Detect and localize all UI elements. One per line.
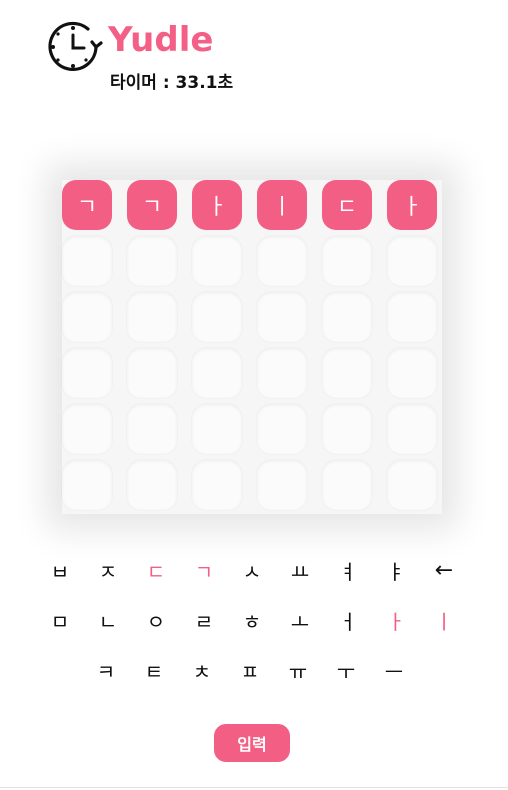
key[interactable]: ㅛ <box>276 556 324 585</box>
key[interactable]: ㄷ <box>132 556 180 585</box>
board-tile <box>127 292 177 342</box>
enter-button[interactable]: 입력 <box>214 724 290 762</box>
board-tile <box>257 460 307 510</box>
key[interactable]: ㄹ <box>180 606 228 635</box>
key[interactable]: ㅗ <box>276 606 324 635</box>
key[interactable]: ㅂ <box>36 556 84 585</box>
board-tile: ㅏ <box>387 180 437 230</box>
board-tile <box>387 460 437 510</box>
board-grid: ㄱㄱㅏㅣㄷㅏ <box>62 180 437 516</box>
key[interactable]: ㅈ <box>84 556 132 585</box>
board-tile <box>322 236 372 286</box>
board-row <box>62 460 437 510</box>
board-tile <box>387 404 437 454</box>
board-tile <box>192 292 242 342</box>
keyboard-row: ㅋㅌㅊㅍㅠㅜㅡ <box>36 648 476 692</box>
board-tile: ㄷ <box>322 180 372 230</box>
board-tile <box>322 460 372 510</box>
game-board: ㄱㄱㅏㅣㄷㅏ <box>62 180 442 514</box>
key[interactable]: ㅇ <box>132 606 180 635</box>
key[interactable]: ㅎ <box>228 606 276 635</box>
board-tile <box>387 236 437 286</box>
board-tile: ㅏ <box>192 180 242 230</box>
board-tile <box>322 292 372 342</box>
board-tile <box>192 348 242 398</box>
board-row <box>62 404 437 454</box>
board-tile <box>62 460 112 510</box>
board-tile <box>257 348 307 398</box>
board-tile <box>192 236 242 286</box>
key[interactable]: ㅓ <box>324 606 372 635</box>
board-row: ㄱㄱㅏㅣㄷㅏ <box>62 180 437 230</box>
key[interactable]: ㅊ <box>178 656 226 685</box>
key[interactable]: ㅁ <box>36 606 84 635</box>
board-tile <box>257 292 307 342</box>
key[interactable]: ㅡ <box>370 656 418 685</box>
board-tile: ㅣ <box>257 180 307 230</box>
on-screen-keyboard: ㅂㅈㄷㄱㅅㅛㅕㅑ ← ㅁㄴㅇㄹㅎㅗㅓㅏㅣㅋㅌㅊㅍㅠㅜㅡ <box>36 548 476 698</box>
key[interactable]: ㅜ <box>322 656 370 685</box>
key[interactable]: ㄴ <box>84 606 132 635</box>
bottom-divider <box>0 787 508 788</box>
key[interactable]: ㄱ <box>180 556 228 585</box>
board-tile: ㄱ <box>62 180 112 230</box>
board-row <box>62 348 437 398</box>
board-tile <box>192 404 242 454</box>
board-tile <box>62 292 112 342</box>
board-tile <box>62 236 112 286</box>
key[interactable]: ㅅ <box>228 556 276 585</box>
key[interactable]: ㅌ <box>130 656 178 685</box>
board-tile <box>257 404 307 454</box>
board-tile <box>257 236 307 286</box>
app-title: Yudle <box>108 20 214 60</box>
board-tile <box>322 404 372 454</box>
board-tile <box>127 404 177 454</box>
board-tile <box>322 348 372 398</box>
key[interactable]: ㅍ <box>226 656 274 685</box>
board-tile <box>387 348 437 398</box>
board-tile <box>62 404 112 454</box>
board-tile <box>387 292 437 342</box>
board-row <box>62 236 437 286</box>
key[interactable]: ㅕ <box>324 556 372 585</box>
board-tile <box>192 460 242 510</box>
keyboard-row: ㅂㅈㄷㄱㅅㅛㅕㅑ ← <box>36 548 476 592</box>
board-tile: ㄱ <box>127 180 177 230</box>
key[interactable]: ㅏ <box>372 606 420 635</box>
timer-readout: 타이머 : 33.1초 <box>110 73 234 93</box>
header: Yudle 타이머 : 33.1초 <box>44 16 344 96</box>
keyboard-row: ㅁㄴㅇㄹㅎㅗㅓㅏㅣ <box>36 598 476 642</box>
clock-timer-icon <box>48 21 103 72</box>
board-tile <box>127 460 177 510</box>
key[interactable]: ㅠ <box>274 656 322 685</box>
key[interactable]: ㅑ <box>372 556 420 585</box>
backspace-key[interactable]: ← <box>420 558 468 583</box>
board-tile <box>127 348 177 398</box>
key[interactable]: ㅋ <box>82 656 130 685</box>
board-tile <box>127 236 177 286</box>
board-row <box>62 292 437 342</box>
key[interactable]: ㅣ <box>420 606 468 635</box>
board-tile <box>62 348 112 398</box>
